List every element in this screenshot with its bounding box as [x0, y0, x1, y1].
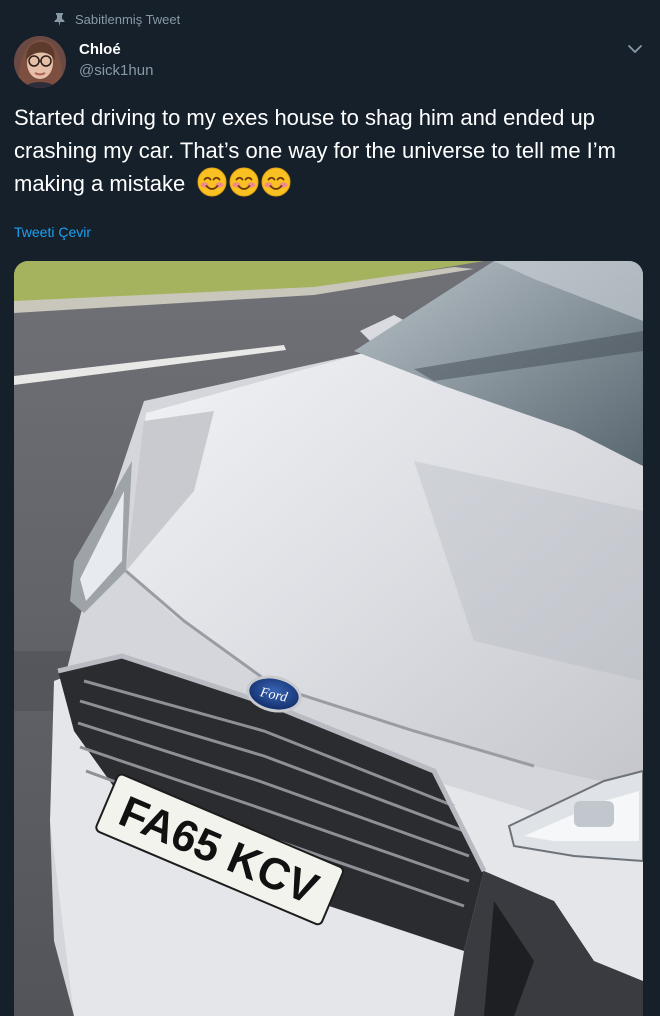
smiling-face-emoji-icon — [197, 167, 227, 197]
user-handle[interactable]: @sick1hun — [79, 61, 153, 81]
tweet-menu-chevron-down-icon[interactable] — [625, 41, 645, 57]
pinned-tweet-indicator: Sabitlenmiş Tweet — [54, 10, 180, 28]
avatar[interactable] — [14, 36, 66, 88]
user-info: Chloé @sick1hun — [79, 40, 153, 81]
tweet-body: Started driving to my exes house to shag… — [14, 101, 644, 200]
pin-icon — [54, 12, 65, 26]
emoji-group — [197, 167, 291, 197]
tweet-text: Started driving to my exes house to shag… — [14, 105, 617, 196]
pinned-label: Sabitlenmiş Tweet — [75, 11, 181, 27]
display-name[interactable]: Chloé — [79, 40, 153, 59]
translate-tweet-link[interactable]: Tweeti Çevir — [14, 224, 91, 240]
smiling-face-emoji-icon — [229, 167, 259, 197]
tweet-photo[interactable]: Ford FA65 KCV — [14, 261, 643, 1016]
smiling-face-emoji-icon — [261, 167, 291, 197]
